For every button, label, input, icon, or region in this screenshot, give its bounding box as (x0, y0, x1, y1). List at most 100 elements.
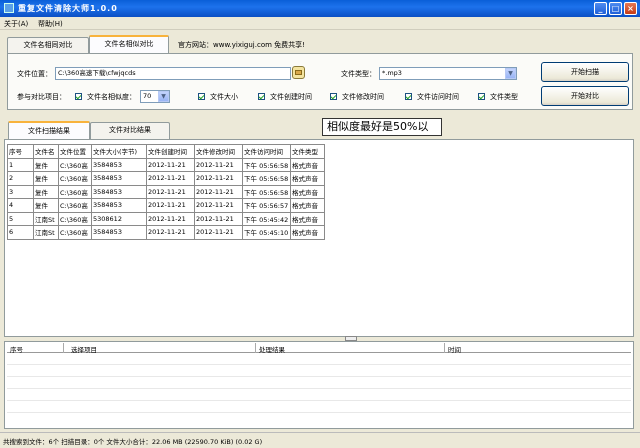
accessed-label: 文件访问时间 (417, 93, 459, 101)
status-text: 共搜索到文件：6个 扫描目录：0个 文件大小合计：22.06 MB (22590… (3, 438, 263, 446)
type-label: 文件类型： (341, 70, 376, 78)
window-title: 重复文件清除大师1.0.0 (18, 4, 118, 13)
location-input[interactable]: C:\360高速下载\cfwjqcds (55, 67, 291, 80)
type-value: *.mp3 (382, 69, 402, 77)
table-cell: 格式声音 (290, 157, 325, 172)
table-cell: 2012-11-21 (146, 157, 195, 172)
maximize-button[interactable]: □ (609, 2, 622, 15)
table-cell: 2012-11-21 (146, 225, 195, 240)
column-divider (444, 343, 445, 353)
col-header-type[interactable]: 文件类型 (290, 144, 325, 159)
table-cell: 1 (7, 157, 34, 172)
col-header-modified[interactable]: 文件修改时间 (194, 144, 243, 159)
menu-help[interactable]: 帮助(H) (38, 19, 63, 29)
status-bar: 共搜索到文件：6个 扫描目录：0个 文件大小合计：22.06 MB (22590… (0, 432, 640, 448)
table-row[interactable]: 2 复件 C:\360高 3584853 2012-11-21 2012-11-21 下午 … (7, 171, 325, 186)
similar-select[interactable]: 70 ▼ (140, 90, 170, 103)
table-cell: C:\360高 (58, 211, 92, 226)
folder-browse-button[interactable] (292, 66, 305, 79)
table-cell: C:\360高 (58, 157, 92, 172)
table-row[interactable]: 3 复件 C:\360高 3584853 2012-11-21 2012-11-21 下午 … (7, 184, 325, 199)
table-cell: 3584853 (91, 184, 147, 199)
col-header-created[interactable]: 文件创建时间 (146, 144, 195, 159)
table-cell: 2 (7, 171, 34, 186)
tab-name-similar[interactable]: 文件名相似对比 (89, 35, 169, 53)
annotation-callout: 相似度最好是50%以 (322, 118, 442, 136)
table-cell: 2012-11-21 (146, 184, 195, 199)
log-col-result[interactable]: 处理结果 (259, 344, 285, 354)
table-cell: 下午 05:56:58 (242, 184, 291, 199)
table-cell: C:\360高 (58, 184, 92, 199)
minimize-button[interactable]: _ (594, 2, 607, 15)
params-label: 参与对比项目： (17, 93, 66, 101)
col-header-location[interactable]: 文件位置 (58, 144, 92, 159)
similar-value: 70 (143, 92, 152, 100)
table-cell: 2012-11-21 (146, 171, 195, 186)
table-row[interactable]: 4 复件 C:\360高 3584853 2012-11-21 2012-11-21 下午 … (7, 198, 325, 213)
table-cell: 江南St (33, 225, 59, 240)
app-icon (4, 3, 14, 13)
table-cell: 6 (7, 225, 34, 240)
close-button[interactable]: × (624, 2, 637, 15)
col-header-size[interactable]: 文件大小(字节) (91, 144, 147, 159)
table-cell: 3584853 (91, 171, 147, 186)
size-checkbox[interactable] (198, 93, 205, 100)
table-cell: 复件 (33, 171, 59, 186)
table-cell: C:\360高 (58, 171, 92, 186)
start-compare-button[interactable]: 开始对比 (541, 86, 629, 106)
log-col-time[interactable]: 时间 (448, 344, 461, 354)
log-col-index[interactable]: 序号 (10, 344, 23, 354)
table-cell: 下午 05:56:58 (242, 157, 291, 172)
similar-checkbox[interactable] (75, 93, 82, 100)
table-cell: 复件 (33, 157, 59, 172)
website-label: 官方网站：www.yixiguj.com 免费共享! (178, 41, 305, 49)
table-cell: 复件 (33, 198, 59, 213)
accessed-checkbox[interactable] (405, 93, 412, 100)
table-header-row: 序号 文件名 文件位置 文件大小(字节) 文件创建时间 文件修改时间 文件访问时… (7, 144, 325, 159)
log-row-line (7, 400, 631, 401)
table-cell: 复件 (33, 184, 59, 199)
type-check-label: 文件类型 (490, 93, 518, 101)
table-cell: 下午 05:56:58 (242, 171, 291, 186)
menu-about[interactable]: 关于(A) (4, 19, 28, 29)
table-row[interactable]: 6 江南St C:\360高 3584853 2012-11-21 2012-11-21 下… (7, 225, 325, 240)
tab-scan-results[interactable]: 文件扫描结果 (8, 121, 90, 139)
table-cell: 2012-11-21 (194, 211, 243, 226)
table-cell: 格式声音 (290, 171, 325, 186)
table-cell: 2012-11-21 (146, 211, 195, 226)
tab-compare-results[interactable]: 文件对比结果 (90, 122, 170, 139)
table-cell: 下午 05:45:10 (242, 225, 291, 240)
type-select[interactable]: *.mp3 ▼ (379, 67, 517, 80)
col-header-name[interactable]: 文件名 (33, 144, 59, 159)
start-scan-button[interactable]: 开始扫描 (541, 62, 629, 82)
log-row-line (7, 412, 631, 413)
table-cell: C:\360高 (58, 225, 92, 240)
col-header-index[interactable]: 序号 (7, 144, 34, 159)
scan-results-table: 序号 文件名 文件位置 文件大小(字节) 文件创建时间 文件修改时间 文件访问时… (7, 144, 325, 240)
modified-checkbox[interactable] (330, 93, 337, 100)
table-cell: 3584853 (91, 225, 147, 240)
table-cell: 下午 05:45:42 (242, 211, 291, 226)
table-cell: 4 (7, 198, 34, 213)
table-cell: 3 (7, 184, 34, 199)
table-cell: 5 (7, 211, 34, 226)
table-cell: 格式声音 (290, 198, 325, 213)
similar-label: 文件名相似度： (87, 93, 136, 101)
table-cell: 格式声音 (290, 225, 325, 240)
col-header-accessed[interactable]: 文件访问时间 (242, 144, 291, 159)
menu-bar: 关于(A) 帮助(H) (0, 17, 640, 30)
chevron-down-icon: ▼ (505, 68, 516, 79)
type-checkbox[interactable] (478, 93, 485, 100)
log-header: 序号 选择项目 处理结果 时间 (7, 343, 631, 354)
log-col-item[interactable]: 选择项目 (71, 344, 97, 354)
location-label: 文件位置： (17, 70, 52, 78)
settings-panel: 文件位置： C:\360高速下载\cfwjqcds 文件类型： *.mp3 ▼ … (7, 53, 633, 110)
created-checkbox[interactable] (258, 93, 265, 100)
log-row-line (7, 388, 631, 389)
table-cell: 2012-11-21 (194, 198, 243, 213)
table-row[interactable]: 1 复件 C:\360高 3584853 2012-11-21 2012-11-21 下午 … (7, 157, 325, 172)
table-cell: 3584853 (91, 157, 147, 172)
table-cell: 格式声音 (290, 211, 325, 226)
tab-content-compare[interactable]: 文件名相同对比 (7, 37, 89, 53)
table-row[interactable]: 5 江南St C:\360高 5308612 2012-11-21 2012-11-21 下… (7, 211, 325, 226)
